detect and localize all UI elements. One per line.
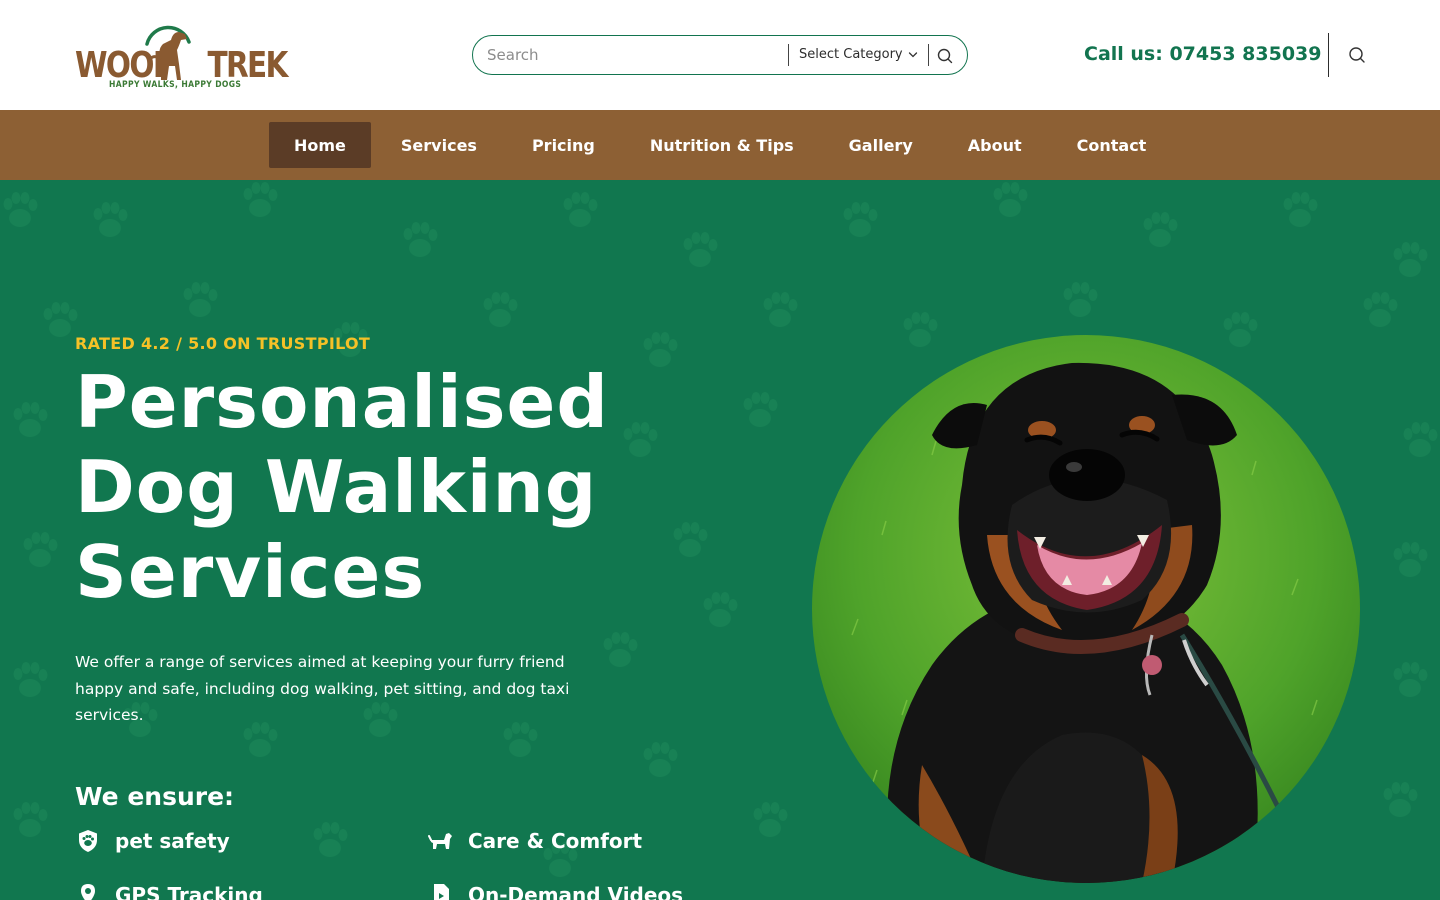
feature-label: pet safety [115,829,230,853]
header-divider [1328,33,1329,77]
nav-item-home[interactable]: Home [269,122,371,168]
chevron-down-icon[interactable] [907,48,919,62]
search-bar: Select Category [472,35,968,75]
search-icon[interactable] [1347,45,1367,65]
search-divider [788,44,789,66]
search-icon[interactable] [935,46,955,66]
feature-care-comfort: Care & Comfort [428,828,642,854]
headline-line: Personalised [75,360,609,444]
feature-label: Care & Comfort [468,829,643,853]
hero-section: RATED 4.2 / 5.0 ON TRUSTPILOT Personalis… [0,180,1440,900]
search-divider [928,44,929,66]
video-file-icon [434,884,449,900]
feature-gps-tracking: GPS Tracking [75,882,263,900]
dog-icon [428,833,452,849]
nav-item-about[interactable]: About [940,122,1047,168]
dog-silhouette-icon [145,25,191,80]
feature-label: On-Demand Videos [468,883,684,900]
headline-line: Dog Walking [75,445,598,529]
main-nav: Home Services Pricing Nutrition & Tips G… [0,110,1440,180]
feature-on-demand-videos: On-Demand Videos [428,882,683,900]
site-header: WOOFTREK HAPPY WALKS, HAPPY DOGS Select … [0,0,1440,110]
headline-line: Services [75,530,426,614]
nav-item-gallery[interactable]: Gallery [821,122,938,168]
trustpilot-rating: RATED 4.2 / 5.0 ON TRUSTPILOT [75,334,371,353]
logo-tagline: HAPPY WALKS, HAPPY DOGS [109,80,242,90]
shield-paw-icon [79,830,97,852]
ensure-title: We ensure: [75,782,235,811]
search-input[interactable] [487,44,777,66]
nav-list: Home Services Pricing Nutrition & Tips G… [269,122,1171,168]
phone-link[interactable]: Call us: 07453 835039 [1084,43,1322,65]
hero-intro: We offer a range of services aimed at ke… [75,653,570,724]
category-select[interactable]: Select Category [799,47,903,62]
map-pin-icon [81,884,95,900]
nav-item-services[interactable]: Services [373,122,502,168]
nav-item-contact[interactable]: Contact [1049,122,1172,168]
rottweiler-photo [812,335,1360,883]
nav-item-pricing[interactable]: Pricing [504,122,620,168]
hero-headline: Personalised Dog Walking Services [75,360,715,615]
site-logo[interactable]: WOOF TREK HAPPY WALKS, HAPPY DOGS [75,20,288,92]
feature-pet-safety: pet safety [75,828,230,854]
feature-label: GPS Tracking [115,883,263,900]
nav-item-nutrition-tips[interactable]: Nutrition & Tips [622,122,819,168]
